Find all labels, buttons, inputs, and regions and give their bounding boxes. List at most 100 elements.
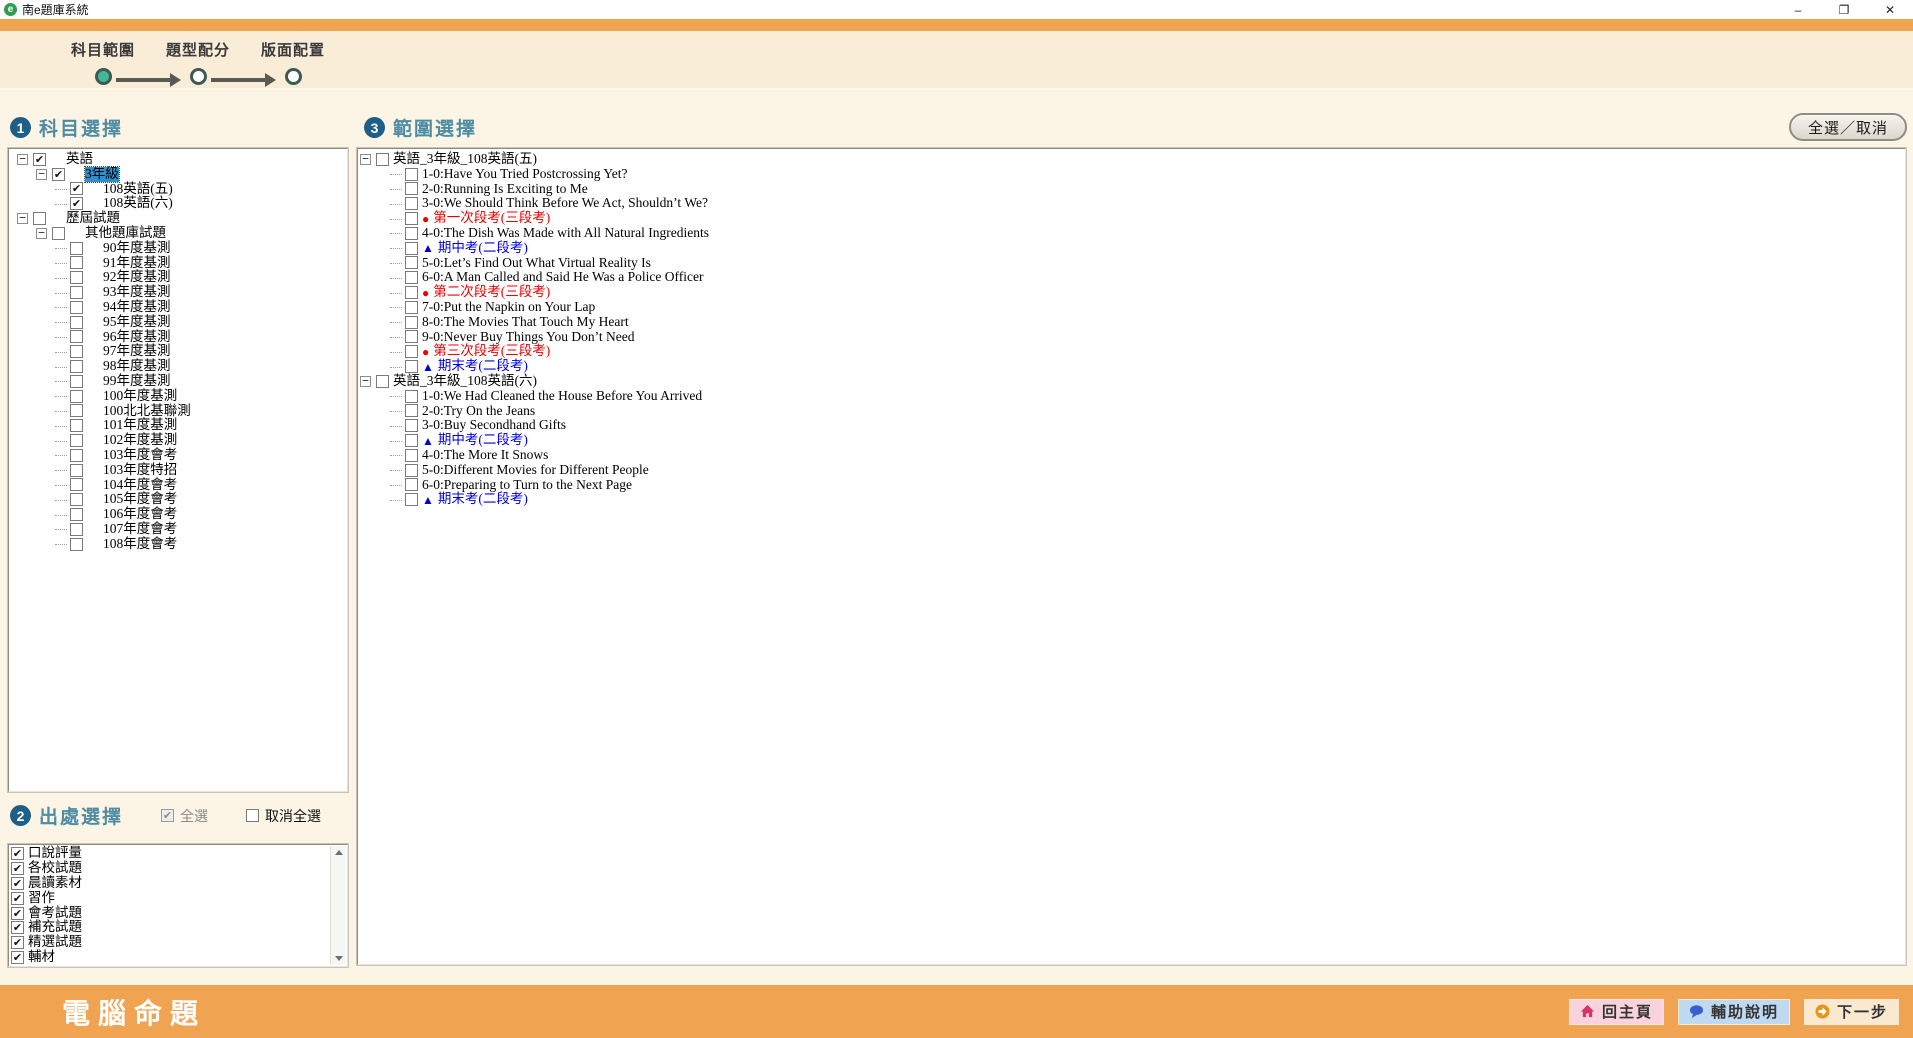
expand-collapse-icon[interactable]: − [36, 169, 47, 180]
tree-item-label[interactable]: 2-0:Try On the Jeans [422, 404, 535, 419]
tree-item-label[interactable]: 7-0:Put the Napkin on Your Lap [422, 300, 595, 315]
tree-item-label[interactable]: 108英語(六) [103, 196, 173, 211]
tree-item-label[interactable]: 90年度基測 [103, 241, 171, 256]
scroll-up-icon[interactable] [335, 850, 343, 855]
tree-item[interactable]: 4-0:The More It Snows [358, 448, 1905, 463]
tree-item-label[interactable]: 98年度基測 [103, 359, 171, 374]
tree-item-checkbox[interactable] [405, 197, 418, 210]
tree-item-checkbox[interactable]: ✔ [70, 197, 83, 210]
tree-item[interactable]: 99年度基測 [9, 374, 347, 389]
tree-item[interactable]: 2-0:Running Is Exciting to Me [358, 182, 1905, 197]
tree-item-checkbox[interactable] [405, 419, 418, 432]
expand-collapse-icon[interactable]: − [360, 376, 371, 387]
tree-item-label[interactable]: 94年度基測 [103, 300, 171, 315]
tree-item[interactable]: −其他題庫試題 [9, 226, 347, 241]
tree-item-checkbox[interactable] [70, 478, 83, 491]
tree-item[interactable]: 96年度基測 [9, 330, 347, 345]
restore-icon[interactable]: ❐ [1821, 0, 1867, 19]
tree-item-label[interactable]: 歷屆試題 [66, 211, 120, 226]
tree-item[interactable]: 108年度會考 [9, 537, 347, 552]
source-item-checkbox[interactable]: ✔ [11, 951, 24, 964]
tree-item-label[interactable]: 第二次段考(三段考) [433, 285, 550, 300]
tree-item-label[interactable]: 6-0:Preparing to Turn to the Next Page [422, 478, 632, 493]
tree-item-label[interactable]: 3年級 [85, 167, 119, 182]
tree-item[interactable]: 91年度基測 [9, 256, 347, 271]
tree-item-checkbox[interactable] [33, 212, 46, 225]
tree-item-label[interactable]: 1-0:We Had Cleaned the House Before You … [422, 389, 702, 404]
tree-item-checkbox[interactable] [70, 242, 83, 255]
tree-item-checkbox[interactable] [70, 419, 83, 432]
tree-item[interactable]: 3-0:We Should Think Before We Act, Shoul… [358, 196, 1905, 211]
tree-item-checkbox[interactable] [70, 375, 83, 388]
tree-item[interactable]: −✔英語 [9, 152, 347, 167]
tree-item[interactable]: 7-0:Put the Napkin on Your Lap [358, 300, 1905, 315]
deselect-all-checkbox[interactable]: 取消全選 [246, 806, 321, 826]
tree-item-label[interactable]: 103年度會考 [103, 448, 177, 463]
tree-item-checkbox[interactable] [70, 464, 83, 477]
tree-item[interactable]: 90年度基測 [9, 241, 347, 256]
tree-item-checkbox[interactable] [70, 345, 83, 358]
tree-item-label[interactable]: 1-0:Have You Tried Postcrossing Yet? [422, 167, 628, 182]
tree-item[interactable]: 8-0:The Movies That Touch My Heart [358, 315, 1905, 330]
tree-item-checkbox[interactable] [70, 330, 83, 343]
tree-item-label[interactable]: 92年度基測 [103, 270, 171, 285]
tree-item-label[interactable]: 期末考(二段考) [438, 492, 528, 507]
tree-item-label[interactable]: 104年度會考 [103, 478, 177, 493]
tree-item-label[interactable]: 英語 [66, 152, 93, 167]
tree-item-checkbox[interactable] [376, 153, 389, 166]
tree-item-label[interactable]: 93年度基測 [103, 285, 171, 300]
tree-item-checkbox[interactable] [70, 404, 83, 417]
tree-item-label[interactable]: 期中考(二段考) [438, 433, 528, 448]
tree-item-label[interactable]: 108年度會考 [103, 537, 177, 552]
tree-item-checkbox[interactable] [70, 286, 83, 299]
tree-item-checkbox[interactable] [405, 390, 418, 403]
tree-item-label[interactable]: 8-0:The Movies That Touch My Heart [422, 315, 629, 330]
tree-item-label[interactable]: 99年度基測 [103, 374, 171, 389]
tree-item[interactable]: 2-0:Try On the Jeans [358, 404, 1905, 419]
tree-item-label[interactable]: 期中考(二段考) [438, 241, 528, 256]
select-all-checkbox[interactable]: ✔ 全選 [161, 806, 208, 826]
tree-item-checkbox[interactable] [405, 256, 418, 269]
toggle-select-all-button[interactable]: 全選／取消 [1789, 113, 1907, 141]
tree-item[interactable]: ✔ 108英語(六) [9, 196, 347, 211]
tree-item-label[interactable]: 105年度會考 [103, 492, 177, 507]
tree-item[interactable]: 98年度基測 [9, 359, 347, 374]
source-item-checkbox[interactable]: ✔ [11, 862, 24, 875]
tree-item[interactable]: −歷屆試題 [9, 211, 347, 226]
tree-item[interactable]: 105年度會考 [9, 492, 347, 507]
source-list-item[interactable]: ✔輔材 [11, 950, 329, 965]
source-item-checkbox[interactable]: ✔ [11, 907, 24, 920]
tree-item-checkbox[interactable] [70, 271, 83, 284]
tree-item[interactable]: 5-0:Different Movies for Different Peopl… [358, 463, 1905, 478]
source-item-checkbox[interactable]: ✔ [11, 892, 24, 905]
source-list-item[interactable]: ✔口說評量 [11, 846, 329, 861]
tree-item[interactable]: 103年度會考 [9, 448, 347, 463]
tree-item-label[interactable]: 其他題庫試題 [85, 226, 166, 241]
tree-item-checkbox[interactable] [70, 434, 83, 447]
tree-item[interactable]: 9-0:Never Buy Things You Don’t Need [358, 330, 1905, 345]
tree-item[interactable]: − 英語_3年級_108英語(六) [358, 374, 1905, 389]
tree-item-checkbox[interactable] [405, 478, 418, 491]
tree-item-label[interactable]: 5-0:Different Movies for Different Peopl… [422, 463, 649, 478]
tree-item[interactable]: 95年度基測 [9, 315, 347, 330]
tree-item-checkbox[interactable] [70, 390, 83, 403]
tree-item-label[interactable]: 97年度基測 [103, 344, 171, 359]
tree-item-checkbox[interactable] [405, 345, 418, 358]
tree-item[interactable]: 97年度基測 [9, 344, 347, 359]
tree-item-checkbox[interactable] [405, 434, 418, 447]
tree-item[interactable]: 3-0:Buy Secondhand Gifts [358, 418, 1905, 433]
tree-item[interactable]: ✔108英語(五) [9, 182, 347, 197]
tree-item[interactable]: ●第一次段考(三段考) [358, 211, 1905, 226]
tree-item-label[interactable]: 4-0:The Dish Was Made with All Natural I… [422, 226, 709, 241]
source-list-item[interactable]: ✔會考試題 [11, 906, 329, 921]
tree-item-checkbox[interactable]: ✔ [70, 182, 83, 195]
source-list-item[interactable]: ✔晨讀素材 [11, 876, 329, 891]
tree-item-label[interactable]: 英語_3年級_108英語(六) [393, 374, 537, 389]
tree-item-label[interactable]: 英語_3年級_108英語(五) [393, 152, 537, 167]
tree-item[interactable]: 100北北基聯測 [9, 404, 347, 419]
source-item-checkbox[interactable]: ✔ [11, 936, 24, 949]
tree-item-checkbox[interactable] [405, 301, 418, 314]
home-button[interactable]: 回主頁 [1569, 999, 1664, 1025]
tree-item[interactable]: 1-0:We Had Cleaned the House Before You … [358, 389, 1905, 404]
tree-item[interactable]: 94年度基測 [9, 300, 347, 315]
